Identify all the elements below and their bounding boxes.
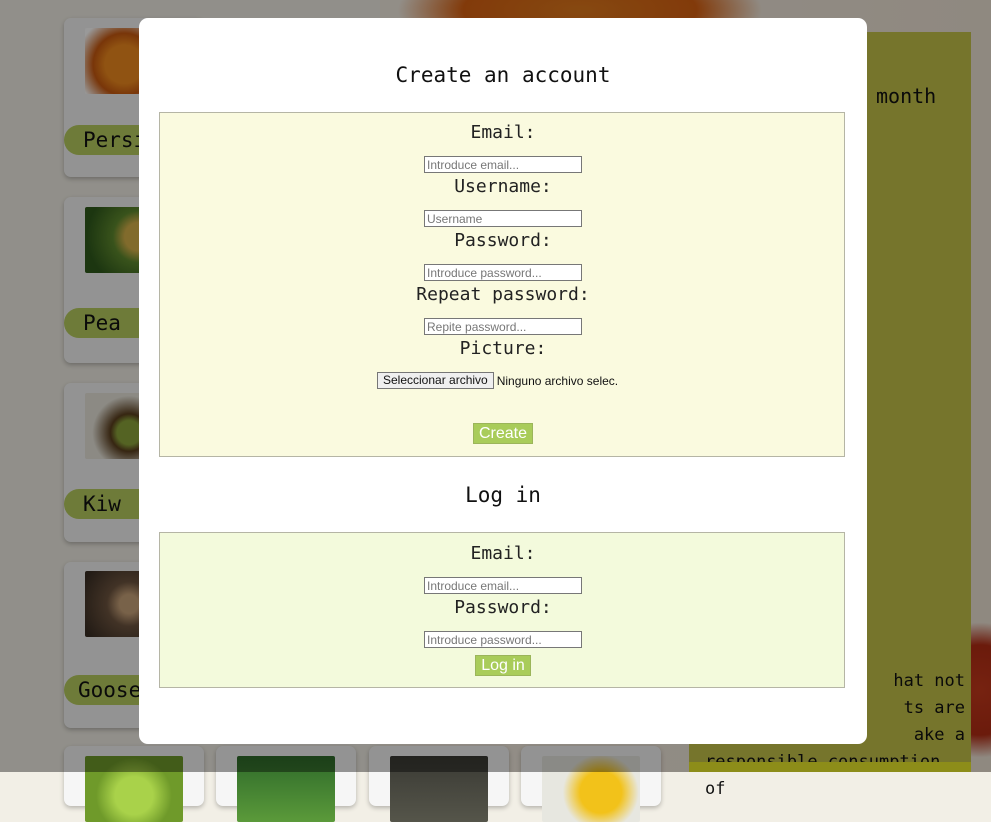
username-field[interactable] [424, 210, 582, 227]
login-password-field[interactable] [424, 631, 582, 648]
repeat-password-field[interactable] [424, 318, 582, 335]
login-email-field[interactable] [424, 577, 582, 594]
auth-modal: Create an account Email: Username: Passw… [139, 18, 867, 744]
email-field[interactable] [424, 156, 582, 173]
file-status-text: Ninguno archivo selec. [496, 373, 619, 388]
picture-label: Picture: [459, 338, 547, 359]
create-button[interactable]: Create [473, 423, 533, 444]
password-label: Password: [454, 230, 552, 251]
login-title: Log in [465, 483, 541, 507]
repeat-password-label: Repeat password: [416, 284, 590, 305]
login-form: Email: Password: Log in [159, 532, 845, 688]
password-field[interactable] [424, 264, 582, 281]
login-button[interactable]: Log in [475, 655, 531, 676]
password-label: Password: [454, 597, 552, 618]
select-file-button[interactable]: Seleccionar archivo [377, 372, 494, 389]
create-account-title: Create an account [395, 63, 611, 87]
picture-file-picker: Seleccionar archivo Ninguno archivo selec… [377, 372, 618, 389]
email-label: Email: [470, 122, 536, 143]
create-account-form: Email: Username: Password: Repeat passwo… [159, 112, 845, 457]
email-label: Email: [470, 543, 536, 564]
username-label: Username: [454, 176, 552, 197]
